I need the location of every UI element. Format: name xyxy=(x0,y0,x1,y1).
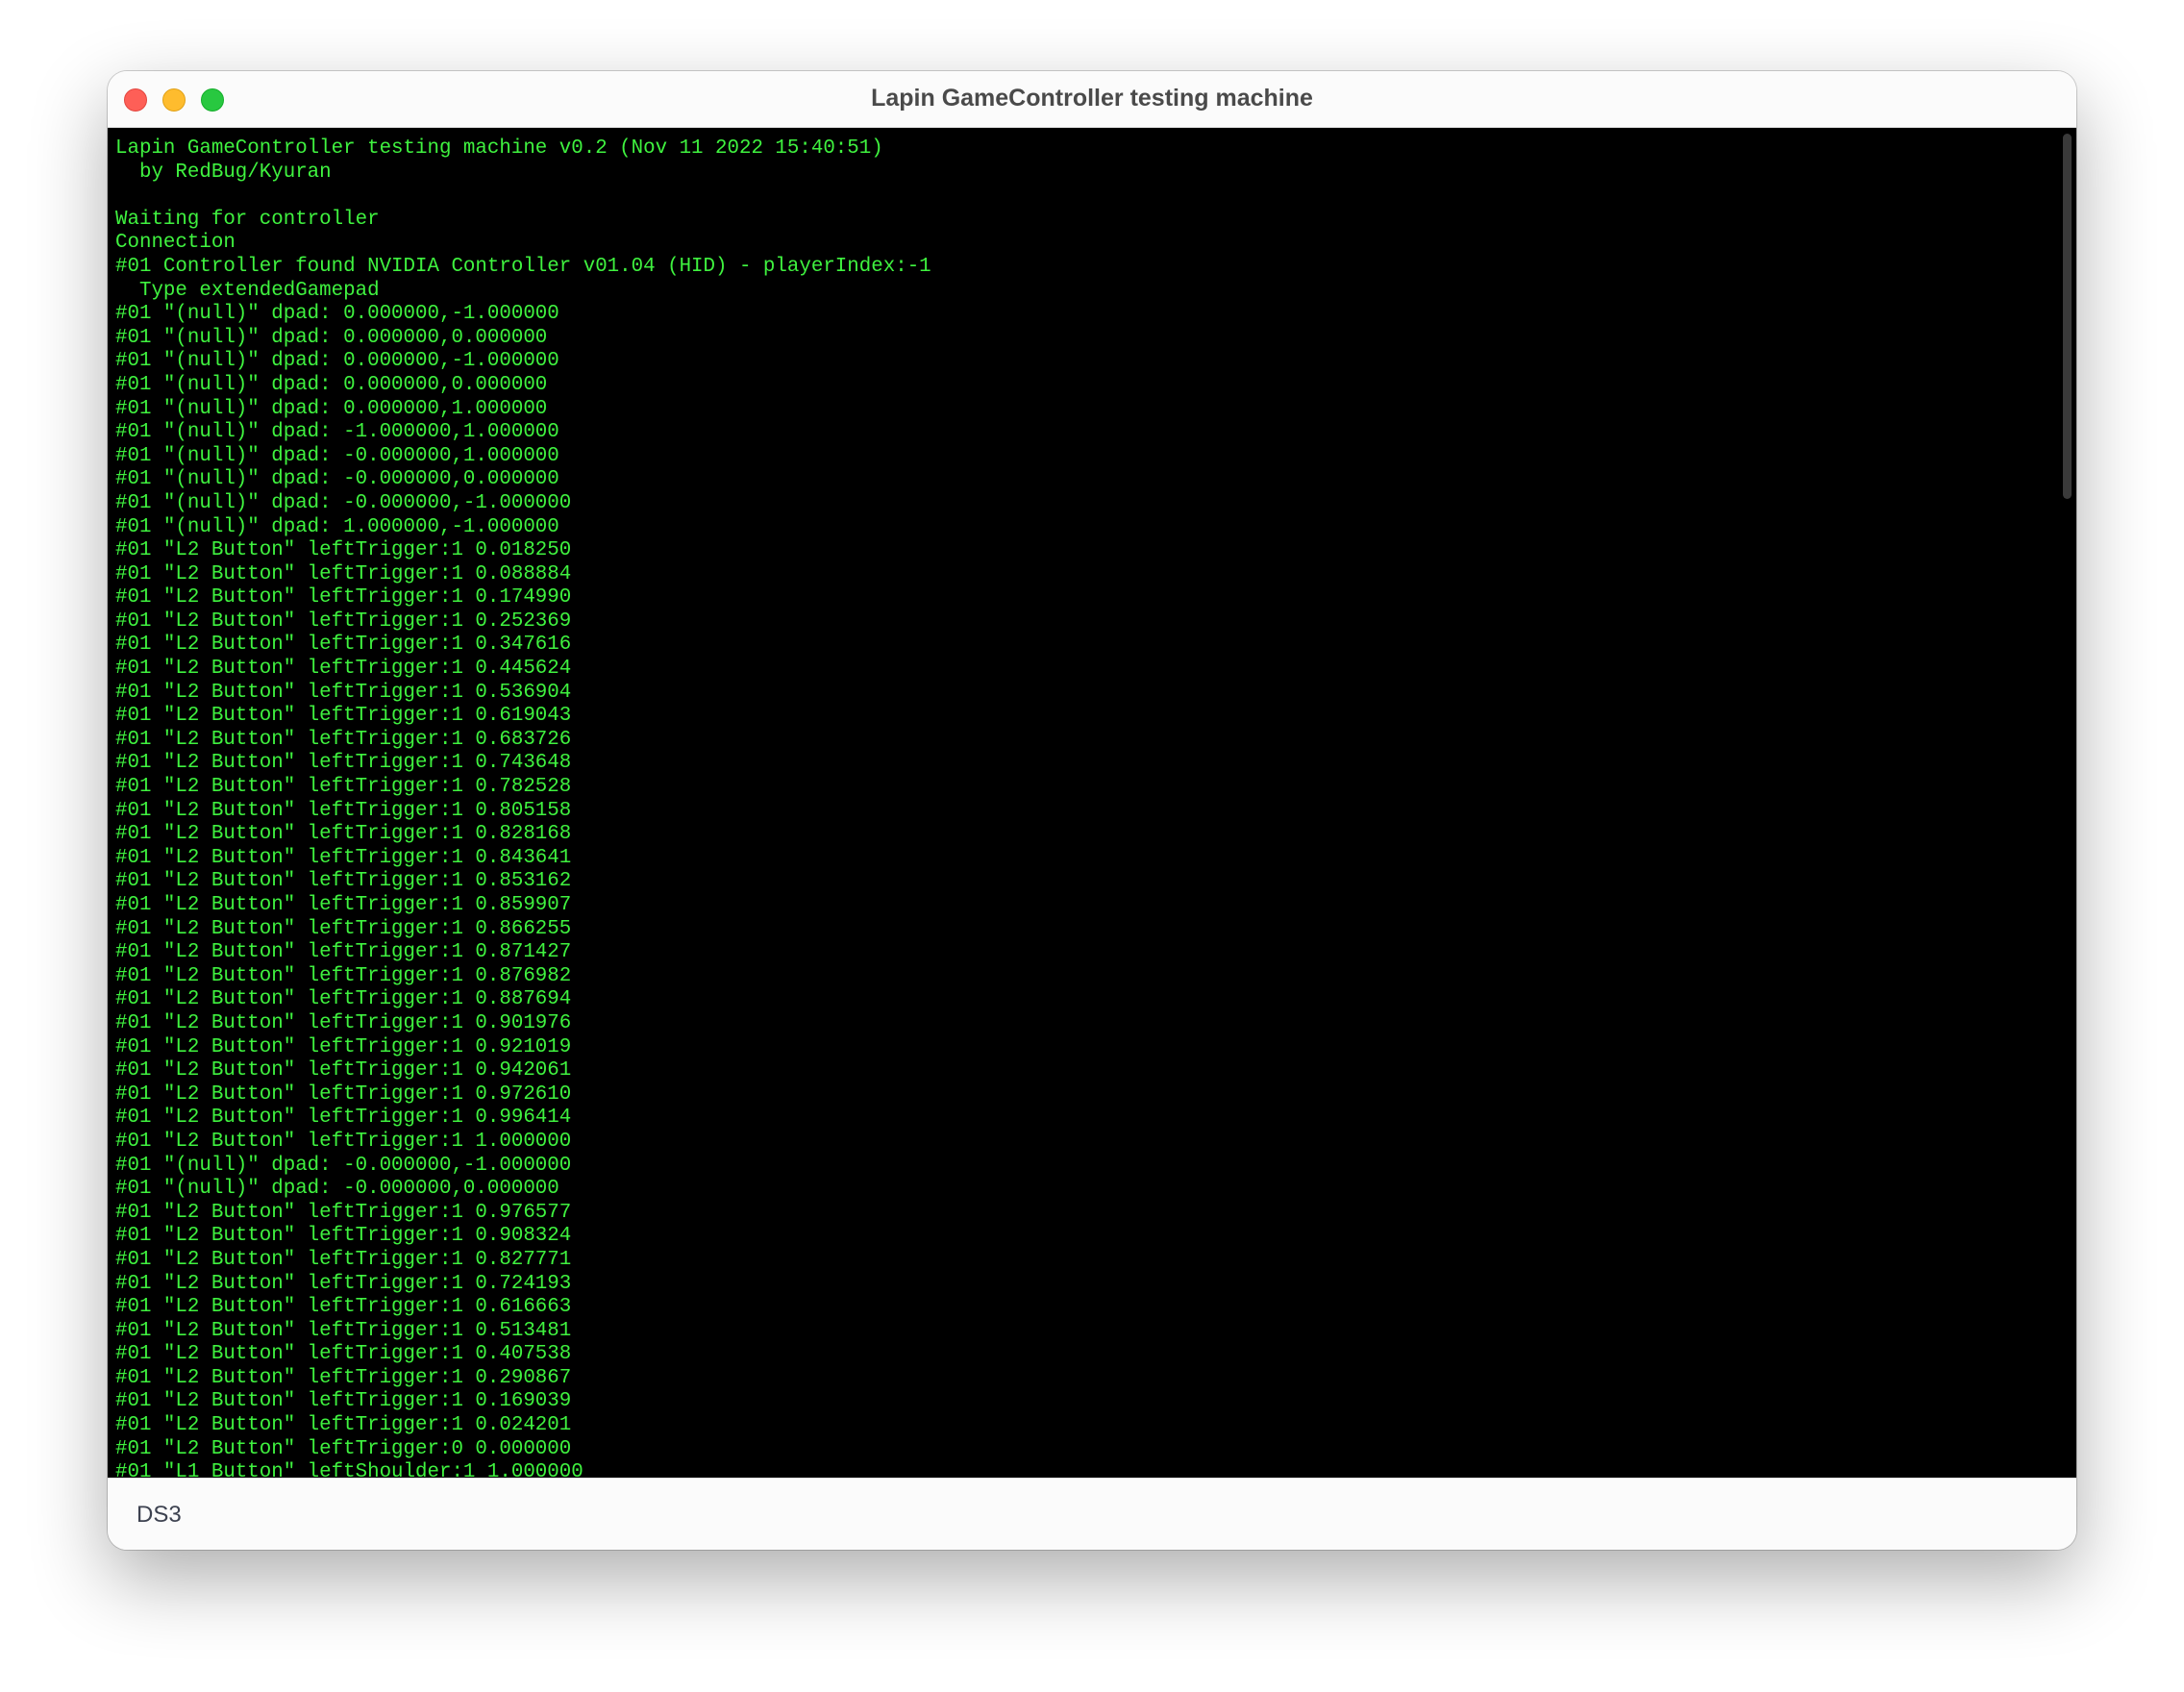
console-line: #01 "(null)" dpad: 0.000000,1.000000 xyxy=(115,397,548,420)
console-line: #01 "L2 Button" leftTrigger:0 0.000000 xyxy=(115,1437,572,1460)
console-line: #01 "L2 Button" leftTrigger:1 0.252369 xyxy=(115,610,572,633)
console-line: #01 "L2 Button" leftTrigger:1 0.871427 xyxy=(115,941,572,964)
console-line: #01 "L2 Button" leftTrigger:1 0.942061 xyxy=(115,1059,572,1082)
console-line: #01 "L2 Button" leftTrigger:1 0.921019 xyxy=(115,1035,572,1058)
console-line: #01 "L2 Button" leftTrigger:1 0.827771 xyxy=(115,1248,572,1271)
console-line: #01 "(null)" dpad: 0.000000,0.000000 xyxy=(115,373,548,396)
console-line: #01 "L2 Button" leftTrigger:1 0.619043 xyxy=(115,705,572,728)
console-line: Waiting for controller xyxy=(115,208,380,231)
console-scrollbar[interactable] xyxy=(2061,128,2074,1478)
console-line: #01 "L2 Button" leftTrigger:1 0.347616 xyxy=(115,634,572,657)
console-line: #01 "L2 Button" leftTrigger:1 0.876982 xyxy=(115,964,572,987)
console-line: #01 "(null)" dpad: -0.000000,-1.000000 xyxy=(115,1154,572,1177)
console-line: #01 "L2 Button" leftTrigger:1 0.683726 xyxy=(115,728,572,751)
window-title: Lapin GameController testing machine xyxy=(871,85,1313,112)
console-line: #01 "L2 Button" leftTrigger:1 0.996414 xyxy=(115,1107,572,1130)
console-line: #01 "L2 Button" leftTrigger:1 0.843641 xyxy=(115,846,572,869)
console-line: #01 "L2 Button" leftTrigger:1 0.290867 xyxy=(115,1366,572,1389)
title-bar[interactable]: Lapin GameController testing machine xyxy=(108,71,2076,128)
console-line: #01 Controller found NVIDIA Controller v… xyxy=(115,255,931,278)
console-line: #01 "L2 Button" leftTrigger:1 0.828168 xyxy=(115,823,572,846)
console-line: #01 "L2 Button" leftTrigger:1 0.853162 xyxy=(115,870,572,893)
console-line: #01 "(null)" dpad: -0.000000,0.000000 xyxy=(115,1178,559,1201)
console-line: #01 "L2 Button" leftTrigger:1 0.887694 xyxy=(115,988,572,1011)
console-line: #01 "(null)" dpad: -1.000000,1.000000 xyxy=(115,421,559,444)
console-line: #01 "L2 Button" leftTrigger:1 0.174990 xyxy=(115,586,572,610)
console-line: #01 "L2 Button" leftTrigger:1 0.908324 xyxy=(115,1225,572,1248)
console-line: Type extendedGamepad xyxy=(115,279,380,302)
console-line: #01 "L2 Button" leftTrigger:1 0.976577 xyxy=(115,1201,572,1224)
console-line: #01 "L2 Button" leftTrigger:1 0.901976 xyxy=(115,1011,572,1034)
console-line: #01 "L2 Button" leftTrigger:1 0.859907 xyxy=(115,894,572,916)
console-line: #01 "(null)" dpad: 0.000000,0.000000 xyxy=(115,326,548,349)
console-line: #01 "L2 Button" leftTrigger:1 0.743648 xyxy=(115,752,572,775)
console-line: #01 "L2 Button" leftTrigger:1 0.407538 xyxy=(115,1343,572,1366)
console-lines: Lapin GameController testing machine v0.… xyxy=(115,137,931,1478)
console-line: #01 "L2 Button" leftTrigger:1 0.445624 xyxy=(115,658,572,681)
console-output[interactable]: Lapin GameController testing machine v0.… xyxy=(108,128,2076,1478)
console-line: #01 "L2 Button" leftTrigger:1 0.782528 xyxy=(115,776,572,799)
console-line: #01 "L2 Button" leftTrigger:1 0.972610 xyxy=(115,1082,572,1106)
console-line: #01 "L2 Button" leftTrigger:1 0.724193 xyxy=(115,1272,572,1295)
console-line: #01 "L2 Button" leftTrigger:1 0.088884 xyxy=(115,562,572,585)
console-line: #01 "(null)" dpad: 0.000000,-1.000000 xyxy=(115,350,559,373)
app-window: Lapin GameController testing machine Lap… xyxy=(108,71,2076,1550)
console-line: #01 "L2 Button" leftTrigger:1 0.536904 xyxy=(115,681,572,704)
console-line: #01 "L2 Button" leftTrigger:1 0.024201 xyxy=(115,1414,572,1437)
console-line: #01 "L2 Button" leftTrigger:1 0.805158 xyxy=(115,799,572,822)
console-line: #01 "(null)" dpad: 1.000000,-1.000000 xyxy=(115,515,559,538)
console-line: #01 "(null)" dpad: -0.000000,0.000000 xyxy=(115,468,559,491)
console-line: #01 "L2 Button" leftTrigger:1 0.018250 xyxy=(115,539,572,562)
console-line: #01 "(null)" dpad: -0.000000,-1.000000 xyxy=(115,491,572,514)
status-bar: DS3 xyxy=(108,1478,2076,1550)
console-line: by RedBug/Kyuran xyxy=(115,161,332,184)
console-line: #01 "L2 Button" leftTrigger:1 0.616663 xyxy=(115,1296,572,1319)
console-line: #01 "L2 Button" leftTrigger:1 0.169039 xyxy=(115,1390,572,1413)
console-line: #01 "(null)" dpad: -0.000000,1.000000 xyxy=(115,444,559,467)
console-scrollbar-thumb[interactable] xyxy=(2063,134,2072,499)
console-line: #01 "L2 Button" leftTrigger:1 0.513481 xyxy=(115,1319,572,1342)
console-line: #01 "(null)" dpad: 0.000000,-1.000000 xyxy=(115,303,559,326)
console-line: Lapin GameController testing machine v0.… xyxy=(115,137,883,160)
console-line: #01 "L1 Button" leftShoulder:1 1.000000 xyxy=(115,1461,583,1478)
console-line: #01 "L2 Button" leftTrigger:1 1.000000 xyxy=(115,1130,572,1153)
controller-name-label: DS3 xyxy=(136,1502,182,1528)
console-line: Connection xyxy=(115,232,236,255)
console-line: #01 "L2 Button" leftTrigger:1 0.866255 xyxy=(115,917,572,940)
